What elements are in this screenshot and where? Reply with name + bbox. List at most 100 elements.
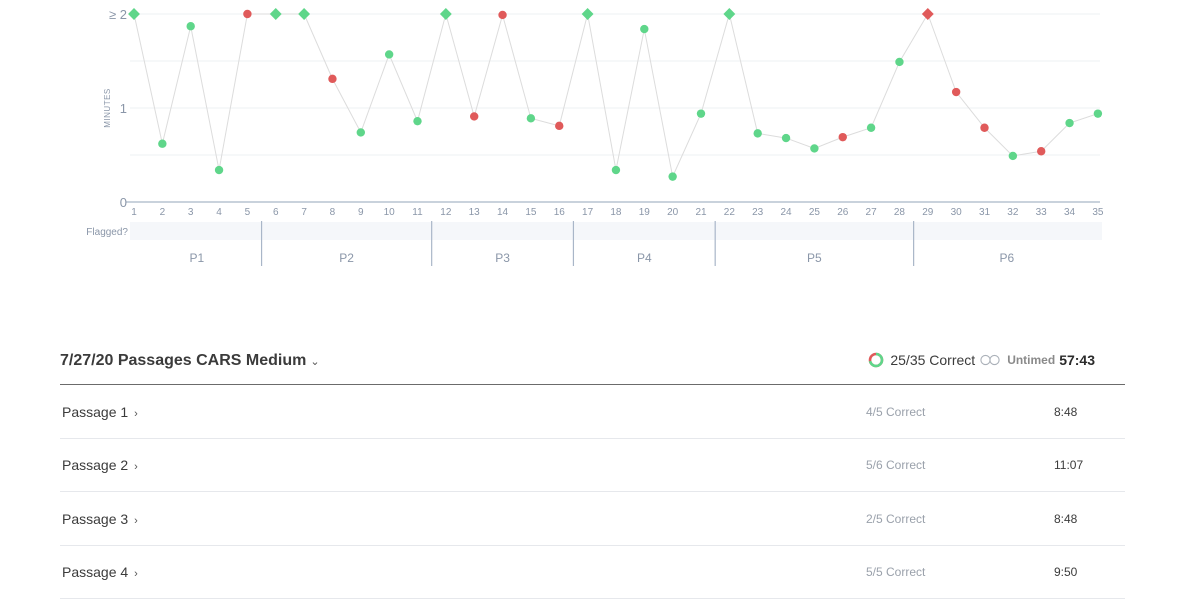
passage-name: Passage 2: [62, 457, 129, 473]
data-point: [186, 22, 195, 31]
x-tick-label: 28: [894, 207, 906, 218]
series-line-path: [133, 12, 1099, 179]
passage-name: Passage 3: [62, 511, 129, 527]
x-tick-label: 7: [301, 207, 307, 218]
x-tick-label: 2: [160, 207, 166, 218]
x-tick-label: 22: [724, 207, 736, 218]
x-tick-label: 16: [554, 207, 566, 218]
chevron-right-icon: ›: [134, 515, 138, 527]
series-line: [133, 12, 1099, 179]
passage-time: 9:50: [1054, 565, 1078, 579]
data-point-capped: [723, 8, 736, 20]
chevron-right-icon: ›: [134, 568, 138, 580]
x-tick-label: 5: [245, 207, 251, 218]
x-tick-label: 11: [412, 207, 423, 218]
data-point: [1093, 109, 1103, 118]
data-point-capped: [269, 8, 282, 20]
untimed-label: Untimed: [1007, 353, 1056, 367]
chart-grid: [130, 13, 1100, 156]
passage-name: Passage 1: [62, 404, 129, 420]
flagged-band: [130, 222, 1102, 240]
data-point: [384, 50, 394, 59]
x-tick-label: 31: [979, 207, 991, 218]
total-time: 57:43: [1059, 352, 1095, 368]
data-point: [328, 74, 337, 84]
infinity-icon: [980, 354, 1000, 366]
y-tick-label: ≥ 2: [109, 7, 127, 22]
time-per-question-chart: 01≥ 2MINUTES1 2 3 4 5 6 7 8 9 10 11 12 13 14 15 16 17 18 1…: [86, 7, 1104, 266]
x-tick-label: 10: [384, 207, 396, 218]
x-tick-label: 24: [780, 207, 792, 218]
data-point: [753, 129, 762, 138]
data-point-capped: [439, 8, 452, 20]
flagged-row: Flagged?: [86, 222, 1102, 240]
passage-score: 5/5 Correct: [866, 565, 926, 579]
data-point: [555, 121, 564, 131]
x-tick-label: 13: [469, 207, 481, 218]
data-point: [356, 128, 365, 137]
passage-band-label: P2: [339, 251, 354, 265]
data-point: [413, 116, 422, 126]
passage-row[interactable]: Passage 1 › 4/5 Correct 8:48: [60, 385, 1125, 439]
data-point: [810, 144, 819, 153]
score-ring-icon: [869, 352, 884, 368]
x-tick-label: 20: [667, 207, 679, 218]
exam-summary-header: 7/27/20 Passages CARS Medium ⌄ 25/35 Corr…: [60, 347, 1125, 385]
passage-row[interactable]: Passage 2 › 5/6 Correct 11:07: [60, 438, 1125, 492]
chevron-right-icon: ›: [134, 408, 138, 420]
y-tick-label: 1: [120, 101, 127, 116]
x-tick-label: 32: [1007, 207, 1019, 218]
flagged-label: Flagged?: [86, 227, 128, 238]
x-tick-label: 1: [131, 207, 137, 218]
chevron-right-icon: ›: [134, 461, 138, 473]
data-point: [866, 123, 876, 132]
y-axis-label: MINUTES: [103, 88, 112, 128]
exam-title-dropdown[interactable]: 7/27/20 Passages CARS Medium ⌄: [60, 352, 320, 370]
total-score: 25/35 Correct: [890, 352, 976, 368]
exam-title: 7/27/20 Passages CARS Medium: [60, 352, 307, 369]
x-tick-label: 29: [922, 207, 934, 218]
x-tick-label: 26: [837, 207, 849, 218]
data-point-capped: [128, 8, 140, 20]
x-tick-label: 12: [440, 207, 452, 218]
passage-time: 8:48: [1054, 512, 1078, 526]
passage-score: 4/5 Correct: [866, 405, 926, 419]
data-point: [158, 139, 167, 148]
chevron-down-icon: ⌄: [310, 356, 320, 368]
passage-band-label: P4: [637, 251, 652, 265]
x-tick-label: 3: [188, 207, 194, 218]
x-tick-label: 17: [582, 207, 594, 218]
passage-band-label: P6: [999, 251, 1014, 265]
passage-band-label: P3: [495, 251, 510, 265]
data-point: [838, 132, 847, 142]
x-tick-label: 4: [216, 207, 222, 218]
x-tick-label: 30: [951, 207, 963, 218]
x-tick-label: 14: [497, 207, 509, 218]
passage-row[interactable]: Passage 3 › 2/5 Correct 8:48: [60, 492, 1125, 546]
x-tick-label: 18: [610, 207, 622, 218]
passage-time: 8:48: [1054, 405, 1078, 419]
data-point-capped: [921, 8, 934, 20]
passage-score: 5/6 Correct: [866, 458, 926, 472]
data-point: [243, 9, 252, 19]
x-tick-label: 21: [695, 207, 707, 218]
data-point: [696, 109, 706, 118]
passage-band-label: P5: [807, 251, 822, 265]
x-tick-label: 8: [330, 207, 336, 218]
x-tick-label: 25: [809, 207, 821, 218]
passage-band-label: P1: [189, 251, 204, 265]
data-point: [611, 165, 621, 175]
score-summary: 25/35 Correct Untimed 57:43: [868, 352, 1095, 368]
data-point: [1037, 147, 1046, 156]
passage-name: Passage 4: [62, 564, 129, 580]
x-tick-label: 15: [525, 207, 537, 218]
x-tick-label: 27: [866, 207, 878, 218]
chart-axes: 01≥ 2MINUTES1 2 3 4 5 6 7 8 9 10 11 12 13 14 15 16 17 18 1…: [103, 7, 1104, 218]
data-point: [1008, 151, 1018, 161]
data-point: [895, 57, 904, 67]
passage-score: 2/5 Correct: [866, 512, 926, 526]
passage-row[interactable]: Passage 4 › 5/5 Correct 9:50: [60, 545, 1125, 599]
data-point: [498, 10, 507, 20]
x-tick-label: 6: [273, 207, 279, 218]
data-point: [668, 172, 677, 181]
